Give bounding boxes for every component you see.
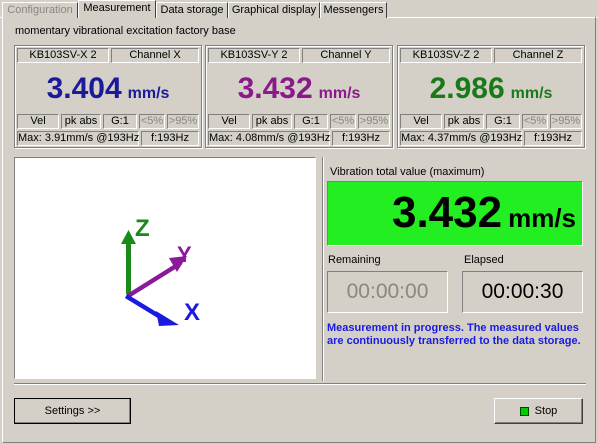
tab-measurement[interactable]: Measurement	[78, 0, 156, 18]
high-range-indicator: >95%	[550, 114, 582, 129]
high-range-indicator: >95%	[167, 114, 199, 129]
channel-value-display: 2.986 mm/s	[400, 66, 582, 112]
stop-button[interactable]: Stop	[494, 398, 583, 424]
low-range-indicator: <5%	[522, 114, 548, 129]
elapsed-time: 00:00:30	[462, 271, 583, 313]
remaining-label: Remaining	[328, 254, 381, 266]
channel-name: Channel Z	[494, 48, 582, 63]
channel-panel-z: KB103SV-Z 2 Channel Z 2.986 mm/s Vel pk …	[397, 45, 585, 148]
frequency-value: f:193Hz	[524, 131, 582, 146]
peak-label: pk abs	[444, 114, 484, 129]
total-value-display: 3.432 mm/s	[327, 181, 583, 246]
channel-value: 3.404	[46, 72, 122, 105]
tab-data-storage[interactable]: Data storage	[156, 2, 228, 18]
max-value: Max: 3.91mm/s @193Hz	[17, 131, 140, 146]
frequency-value: f:193Hz	[332, 131, 390, 146]
mode-label: Vel	[17, 114, 59, 129]
measurement-subtitle: momentary vibrational excitation factory…	[15, 25, 236, 37]
low-range-indicator: <5%	[139, 114, 165, 129]
low-range-indicator: <5%	[330, 114, 356, 129]
channel-value: 2.986	[429, 72, 505, 105]
y-axis-label: Y	[177, 242, 192, 267]
sensor-name: KB103SV-Z 2	[400, 48, 492, 63]
channel-unit: mm/s	[318, 85, 361, 102]
total-value-label: Vibration total value (maximum)	[330, 166, 485, 178]
axis-orientation-view: Z Y X	[14, 157, 316, 379]
sensor-name: KB103SV-X 2	[17, 48, 109, 63]
channel-value-display: 3.432 mm/s	[208, 66, 390, 112]
frequency-value: f:193Hz	[141, 131, 199, 146]
channel-panel-x: KB103SV-X 2 Channel X 3.404 mm/s Vel pk …	[14, 45, 202, 148]
elapsed-label: Elapsed	[464, 254, 504, 266]
x-axis: X	[125, 294, 200, 326]
gain-label: G:1	[103, 114, 137, 129]
x-axis-label: X	[184, 299, 200, 326]
max-value: Max: 4.08mm/s @193Hz	[208, 131, 331, 146]
channel-value-display: 3.404 mm/s	[17, 66, 199, 112]
channel-unit: mm/s	[127, 85, 170, 102]
total-unit: mm/s	[508, 203, 576, 233]
status-message: Measurement in progress. The measured va…	[327, 322, 581, 347]
tab-messengers[interactable]: Messengers	[320, 2, 387, 18]
total-value: 3.432	[391, 188, 503, 237]
sensor-name: KB103SV-Y 2	[208, 48, 300, 63]
tab-bar: Configuration Measurement Data storage G…	[0, 0, 598, 18]
max-value: Max: 4.37mm/s @193Hz	[400, 131, 523, 146]
tab-configuration: Configuration	[2, 2, 78, 18]
channel-name: Channel Y	[302, 48, 390, 63]
mode-label: Vel	[400, 114, 442, 129]
gain-label: G:1	[486, 114, 520, 129]
channel-name: Channel X	[111, 48, 199, 63]
settings-button[interactable]: Settings >>	[14, 398, 131, 424]
channel-value: 3.432	[237, 72, 313, 105]
stop-icon	[519, 406, 529, 416]
peak-label: pk abs	[61, 114, 101, 129]
tab-graphical-display[interactable]: Graphical display	[228, 2, 320, 18]
peak-label: pk abs	[252, 114, 292, 129]
remaining-time: 00:00:00	[327, 271, 448, 313]
channel-unit: mm/s	[510, 85, 553, 102]
axis-diagram: Z Y X	[121, 215, 200, 326]
z-axis-label: Z	[135, 215, 150, 242]
mode-label: Vel	[208, 114, 250, 129]
channel-panel-y: KB103SV-Y 2 Channel Y 3.432 mm/s Vel pk …	[205, 45, 393, 148]
high-range-indicator: >95%	[358, 114, 390, 129]
y-axis: Y	[127, 242, 192, 298]
settings-button-label: Settings >>	[44, 405, 101, 417]
gain-label: G:1	[294, 114, 328, 129]
z-axis: Z	[121, 215, 150, 294]
stop-button-label: Stop	[534, 405, 558, 417]
